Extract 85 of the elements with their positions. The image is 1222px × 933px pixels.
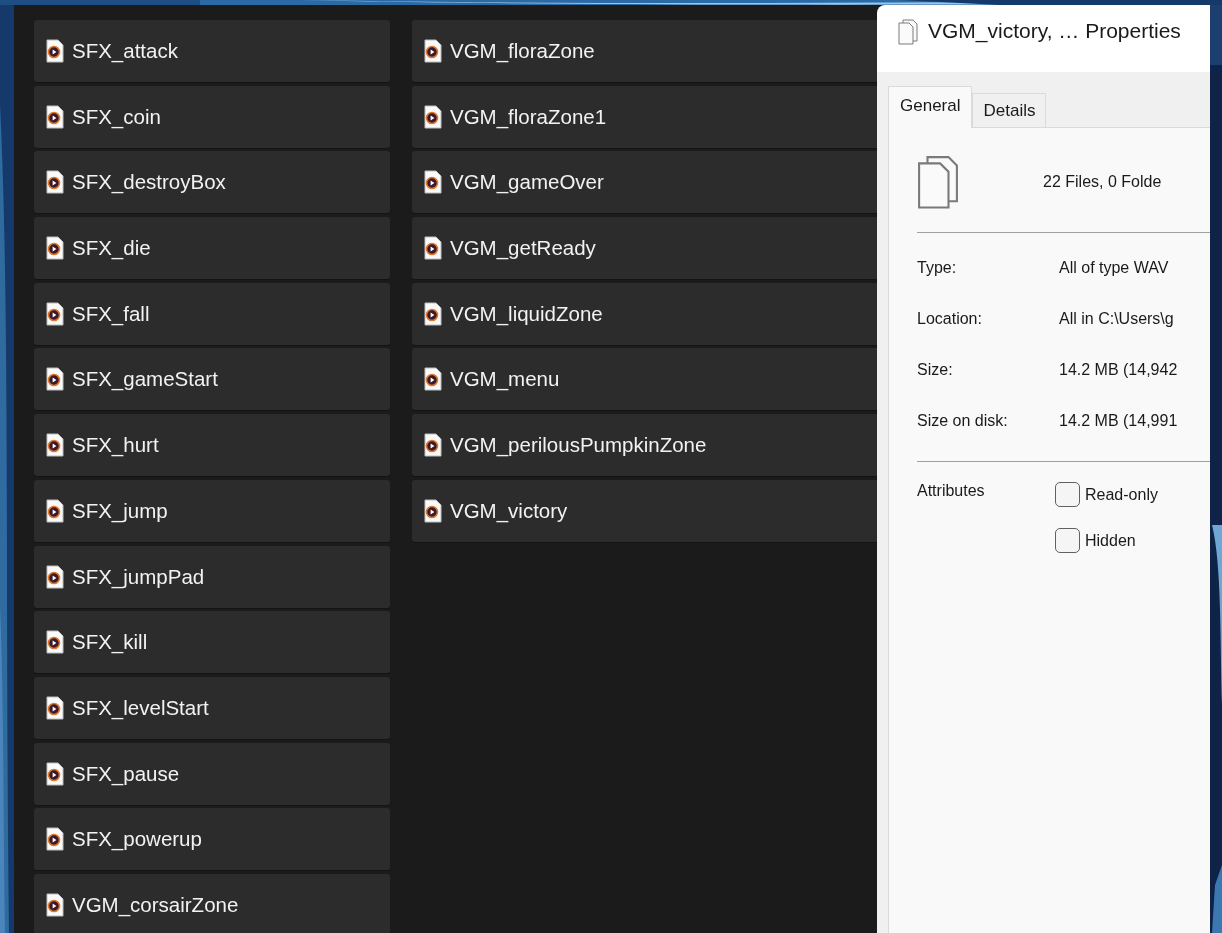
checkbox[interactable] bbox=[1055, 482, 1080, 507]
file-name: SFX_jumpPad bbox=[72, 564, 205, 589]
file-name: SFX_gameStart bbox=[72, 367, 218, 392]
file-tile[interactable]: VGM_menu bbox=[412, 348, 877, 411]
audio-file-icon bbox=[46, 630, 64, 655]
property-value: 14.2 MB (14,942 bbox=[1059, 361, 1179, 379]
selection-summary: 22 Files, 0 Folde bbox=[1043, 173, 1162, 191]
file-name: VGM_victory bbox=[450, 498, 568, 523]
audio-file-icon bbox=[424, 498, 442, 523]
audio-file-icon bbox=[46, 39, 64, 63]
property-label: Type: bbox=[917, 259, 958, 277]
file-tile[interactable]: SFX_coin bbox=[34, 85, 390, 148]
file-tile[interactable]: SFX_jump bbox=[34, 479, 390, 542]
file-name: SFX_destroyBox bbox=[72, 170, 226, 195]
window-title: VGM_victory, … Properties bbox=[928, 19, 1181, 43]
file-tile[interactable]: SFX_attack bbox=[34, 20, 390, 82]
checkbox-label: Read-only bbox=[1085, 485, 1158, 504]
attributes-label: Attributes bbox=[917, 482, 986, 501]
audio-file-icon bbox=[424, 433, 442, 458]
audio-file-icon bbox=[46, 170, 64, 195]
audio-file-icon bbox=[46, 695, 64, 720]
file-name: VGM_corsairZone bbox=[72, 892, 239, 917]
file-name: SFX_attack bbox=[72, 39, 178, 63]
audio-file-icon bbox=[46, 498, 64, 523]
file-name: VGM_menu bbox=[450, 367, 560, 392]
property-value: 14.2 MB (14,991 bbox=[1059, 412, 1179, 430]
audio-file-icon bbox=[46, 433, 64, 458]
file-name: VGM_floraZone1 bbox=[450, 104, 607, 129]
audio-file-icon bbox=[424, 39, 442, 63]
file-name: SFX_pause bbox=[72, 761, 180, 786]
checkbox[interactable] bbox=[1055, 528, 1080, 553]
file-tile[interactable]: VGM_getReady bbox=[412, 217, 877, 280]
file-tile[interactable]: VGM_liquidZone bbox=[412, 282, 877, 345]
checkbox-label: Hidden bbox=[1085, 531, 1136, 550]
files-icon bbox=[917, 154, 959, 210]
file-tile[interactable]: SFX_levelStart bbox=[34, 676, 390, 739]
property-value: All of type WAV bbox=[1059, 259, 1170, 277]
audio-file-icon bbox=[46, 892, 64, 917]
file-tile[interactable]: SFX_destroyBox bbox=[34, 151, 390, 214]
file-tile[interactable]: SFX_die bbox=[34, 217, 390, 280]
file-name: SFX_powerup bbox=[72, 827, 202, 852]
tab[interactable]: Details bbox=[972, 93, 1047, 127]
audio-file-icon bbox=[46, 827, 64, 852]
audio-file-icon bbox=[46, 301, 64, 326]
file-name: VGM_getReady bbox=[450, 236, 596, 261]
file-name: VGM_floraZone bbox=[450, 39, 595, 63]
file-name: SFX_levelStart bbox=[72, 695, 209, 720]
audio-file-icon bbox=[424, 170, 442, 195]
file-name: SFX_hurt bbox=[72, 433, 159, 458]
file-tile[interactable]: SFX_fall bbox=[34, 282, 390, 345]
audio-file-icon bbox=[46, 761, 64, 786]
audio-file-icon bbox=[46, 104, 64, 129]
audio-file-icon bbox=[424, 367, 442, 392]
file-name: VGM_gameOver bbox=[450, 170, 604, 195]
property-label: Size on disk: bbox=[917, 412, 1009, 430]
file-name: SFX_fall bbox=[72, 301, 150, 326]
property-label: Size: bbox=[917, 361, 954, 379]
property-value: All in C:\Users\g bbox=[1059, 310, 1175, 328]
file-tile[interactable]: SFX_jumpPad bbox=[34, 545, 390, 608]
file-name: VGM_liquidZone bbox=[450, 301, 603, 326]
files-icon bbox=[898, 19, 918, 45]
file-tile[interactable]: SFX_pause bbox=[34, 742, 390, 805]
file-tile[interactable]: VGM_corsairZone bbox=[34, 873, 390, 933]
file-tile[interactable]: VGM_gameOver bbox=[412, 151, 877, 214]
file-name: SFX_jump bbox=[72, 498, 168, 523]
audio-file-icon bbox=[424, 236, 442, 261]
file-tile[interactable]: VGM_victory bbox=[412, 479, 877, 542]
file-tile[interactable]: SFX_kill bbox=[34, 611, 390, 674]
audio-file-icon bbox=[46, 236, 64, 261]
file-tile[interactable]: SFX_hurt bbox=[34, 414, 390, 477]
file-tile[interactable]: SFX_powerup bbox=[34, 808, 390, 871]
audio-file-icon bbox=[46, 564, 64, 589]
file-name: SFX_coin bbox=[72, 104, 161, 129]
file-name: SFX_kill bbox=[72, 630, 148, 655]
file-name: SFX_die bbox=[72, 236, 151, 261]
file-tile[interactable]: SFX_gameStart bbox=[34, 348, 390, 411]
audio-file-icon bbox=[46, 367, 64, 392]
file-tile[interactable]: VGM_perilousPumpkinZone bbox=[412, 414, 877, 477]
tab[interactable]: General bbox=[888, 86, 973, 128]
file-tile[interactable]: VGM_floraZone1 bbox=[412, 85, 877, 148]
audio-file-icon bbox=[424, 301, 442, 326]
file-tile[interactable]: VGM_floraZone bbox=[412, 20, 877, 82]
file-name: VGM_perilousPumpkinZone bbox=[450, 433, 707, 458]
audio-file-icon bbox=[424, 104, 442, 129]
property-label: Location: bbox=[917, 310, 983, 328]
